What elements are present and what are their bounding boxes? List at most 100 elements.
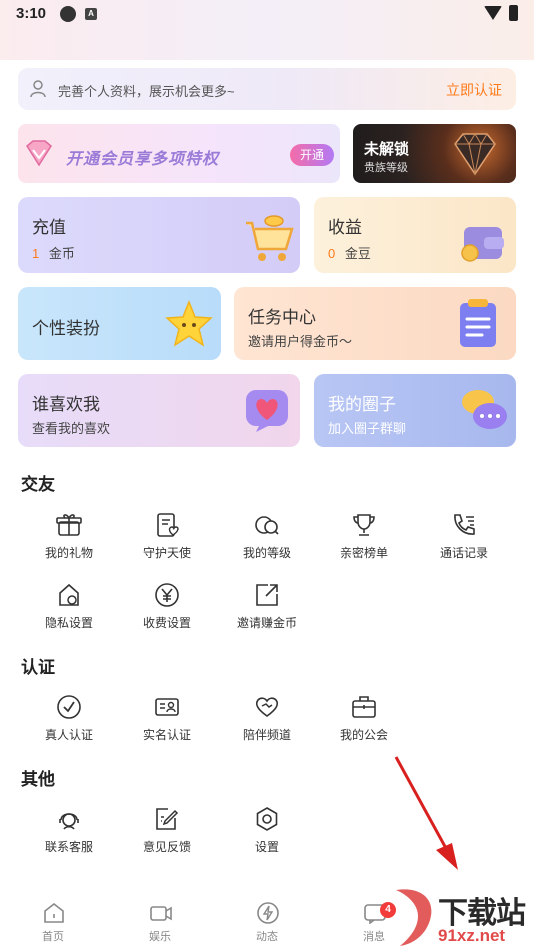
menu-label: 我的等级: [242, 546, 291, 560]
income-amount: 0: [328, 246, 336, 261]
lightning-icon: [257, 902, 279, 924]
wifi-icon: [484, 6, 502, 20]
nav-entertainment[interactable]: 娱乐: [130, 892, 190, 943]
section-title-social: 交友: [21, 475, 55, 494]
recharge-unit: 金币: [48, 246, 75, 261]
yuan-icon: [155, 583, 179, 607]
menu-item-fee-settings[interactable]: 收费设置: [117, 582, 217, 638]
menu-label: 实名认证: [142, 728, 191, 742]
vip-card[interactable]: 开通会员享多项特权 开通: [18, 124, 340, 183]
who-likes-me-card[interactable]: 谁喜欢我 查看我的喜欢: [18, 374, 300, 447]
watermark-url: 91xz.net: [438, 926, 506, 945]
nav-label: 动态: [256, 931, 278, 943]
menu-item-feedback[interactable]: 意见反馈: [117, 806, 217, 862]
aperture-icon: [60, 6, 76, 22]
guild-icon: [352, 696, 376, 718]
id-card-icon: [155, 698, 179, 716]
menu-item-guardian-angel[interactable]: 守护天使: [117, 512, 217, 568]
verify-now-link[interactable]: 立即认证: [446, 80, 502, 100]
nav-moments[interactable]: 动态: [237, 892, 297, 943]
vip-title: 开通会员享多项特权: [66, 151, 220, 168]
privacy-icon: [59, 583, 79, 606]
complete-profile-banner[interactable]: 完善个人资料，展示机会更多~ 立即认证: [18, 68, 516, 110]
menu-item-real-person-verify[interactable]: 真人认证: [19, 694, 119, 750]
nav-label: 娱乐: [149, 931, 171, 943]
menu-item-my-gifts[interactable]: 我的礼物: [19, 512, 119, 568]
menu-item-my-guild[interactable]: 我的公会: [314, 694, 414, 750]
vip-gem-icon: [26, 140, 52, 167]
profile-hint-text: 完善个人资料，展示机会更多~: [58, 84, 235, 99]
support-icon: [59, 813, 79, 830]
gift-icon: [56, 514, 82, 536]
app-notification-icon: A: [85, 8, 97, 20]
menu-item-intimacy-rank[interactable]: 亲密榜单: [314, 512, 414, 568]
guardian-icon: [157, 513, 179, 537]
noble-rank-card[interactable]: 未解锁 贵族等级: [353, 124, 516, 183]
menu-item-settings[interactable]: 设置: [217, 806, 317, 862]
menu-label: 意见反馈: [142, 840, 191, 854]
vip-open-button[interactable]: 开通: [290, 144, 334, 166]
income-card[interactable]: 收益 0 金豆: [314, 197, 516, 273]
chat-bubbles-icon: [462, 390, 507, 429]
check-circle-icon: [57, 695, 81, 719]
level-icon: [255, 516, 279, 535]
my-circle-title: 我的圈子: [328, 395, 396, 414]
menu-label: 守护天使: [142, 546, 191, 560]
menu-label: 我的礼物: [44, 546, 93, 560]
heart-chat-icon: [246, 390, 288, 432]
menu-item-my-level[interactable]: 我的等级: [217, 512, 317, 568]
menu-label: 陪伴频道: [242, 728, 291, 742]
menu-label: 设置: [254, 840, 279, 854]
user-icon: [30, 80, 46, 98]
task-board-icon: [460, 299, 496, 347]
status-bar: 3:10 A: [0, 0, 534, 28]
income-title: 收益: [328, 218, 362, 237]
section-title-other: 其他: [21, 770, 55, 789]
section-title-verification: 认证: [21, 658, 55, 677]
nav-label: 首页: [42, 931, 64, 943]
task-center-card[interactable]: 任务中心 邀请用户得金币～: [234, 287, 516, 360]
rank-title: 未解锁: [364, 141, 410, 158]
menu-label: 亲密榜单: [339, 546, 388, 560]
menu-item-privacy-settings[interactable]: 隐私设置: [19, 582, 119, 638]
recharge-balance: 1 金币: [32, 243, 75, 262]
handshake-icon: [255, 697, 279, 717]
dressup-card[interactable]: 个性装扮: [18, 287, 221, 360]
shopping-cart-icon: [246, 215, 294, 261]
invite-icon: [256, 584, 278, 606]
menu-label: 我的公会: [339, 728, 388, 742]
menu-item-contact-support[interactable]: 联系客服: [19, 806, 119, 862]
recharge-title: 充值: [32, 218, 66, 237]
menu-label: 收费设置: [142, 616, 191, 630]
menu-label: 真人认证: [44, 728, 93, 742]
recharge-card[interactable]: 充值 1 金币: [18, 197, 300, 273]
my-circle-card[interactable]: 我的圈子 加入圈子群聊: [314, 374, 516, 447]
menu-label: 隐私设置: [44, 616, 93, 630]
menu-item-companion-channel[interactable]: 陪伴频道: [217, 694, 317, 750]
feedback-icon: [156, 808, 179, 830]
wallet-icon: [461, 227, 504, 262]
menu-item-call-log[interactable]: 通话记录: [414, 512, 514, 568]
menu-label: 联系客服: [44, 840, 93, 854]
task-center-title: 任务中心: [248, 308, 316, 327]
status-time: 3:10: [16, 5, 47, 22]
income-balance: 0 金豆: [328, 243, 371, 262]
call-log-icon: [454, 514, 475, 535]
menu-item-invite-earn[interactable]: 邀请赚金币: [217, 582, 317, 638]
income-unit: 金豆: [344, 246, 371, 261]
star-icon: [165, 299, 213, 347]
nav-home[interactable]: 首页: [23, 892, 83, 943]
menu-item-realname-verify[interactable]: 实名认证: [117, 694, 217, 750]
my-circle-subtitle: 加入圈子群聊: [328, 421, 407, 436]
who-likes-me-title: 谁喜欢我: [32, 395, 100, 414]
home-icon: [44, 902, 64, 923]
diamond-icon: [454, 133, 496, 176]
battery-icon: [509, 5, 518, 21]
settings-icon: [256, 807, 278, 831]
rank-subtitle: 贵族等级: [364, 162, 408, 174]
menu-label: 邀请赚金币: [236, 616, 297, 630]
menu-label: 通话记录: [439, 546, 488, 560]
video-icon: [150, 906, 172, 921]
recharge-amount: 1: [32, 246, 40, 261]
who-likes-me-subtitle: 查看我的喜欢: [32, 421, 111, 436]
